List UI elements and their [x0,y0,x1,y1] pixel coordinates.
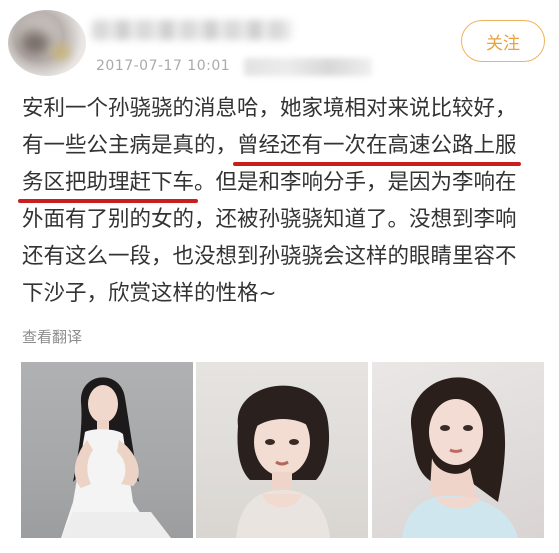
post-line-3: 务区把助理赶下车。但是和李响分手，是因为李响在 [17,164,552,203]
post-source-blurred [244,58,372,76]
view-translation-link[interactable]: 查看翻译 [22,326,82,347]
post-line-1: 安利一个孙骁骁的消息哈，她家境相对来说比较好， [22,96,517,121]
photo-woman-bob-haircut[interactable] [196,362,368,538]
post-line-5: 还有这么一段，也没想到孙骁骁会这样的眼睛里容不 [22,244,517,269]
photo-woman-white-dress-sitting[interactable] [21,362,193,538]
underlined-text-2: 务区把助理赶下车 [17,164,199,203]
post-text: 安利一个孙骁骁的消息哈，她家境相对来说比较好， 有一些公主病是真的，曾经还有一次… [17,90,552,312]
post-line-4: 外面有了别的女的，还被孙骁骁知道了。没想到李响 [22,207,517,232]
post-line-6: 下沙子，欣赏这样的性格~ [22,281,277,306]
user-avatar[interactable] [8,10,86,76]
underlined-text-1: 曾经还有一次在高速公路上服 [233,127,521,166]
username-blurred[interactable] [92,20,292,40]
post-line-2: 有一些公主病是真的，曾经还有一次在高速公路上服 [22,127,552,166]
photo-woman-hand-on-chin[interactable] [372,362,544,538]
post-timestamp: 2017-07-17 10:01 [96,58,231,74]
follow-button[interactable]: 关注 [461,20,545,62]
